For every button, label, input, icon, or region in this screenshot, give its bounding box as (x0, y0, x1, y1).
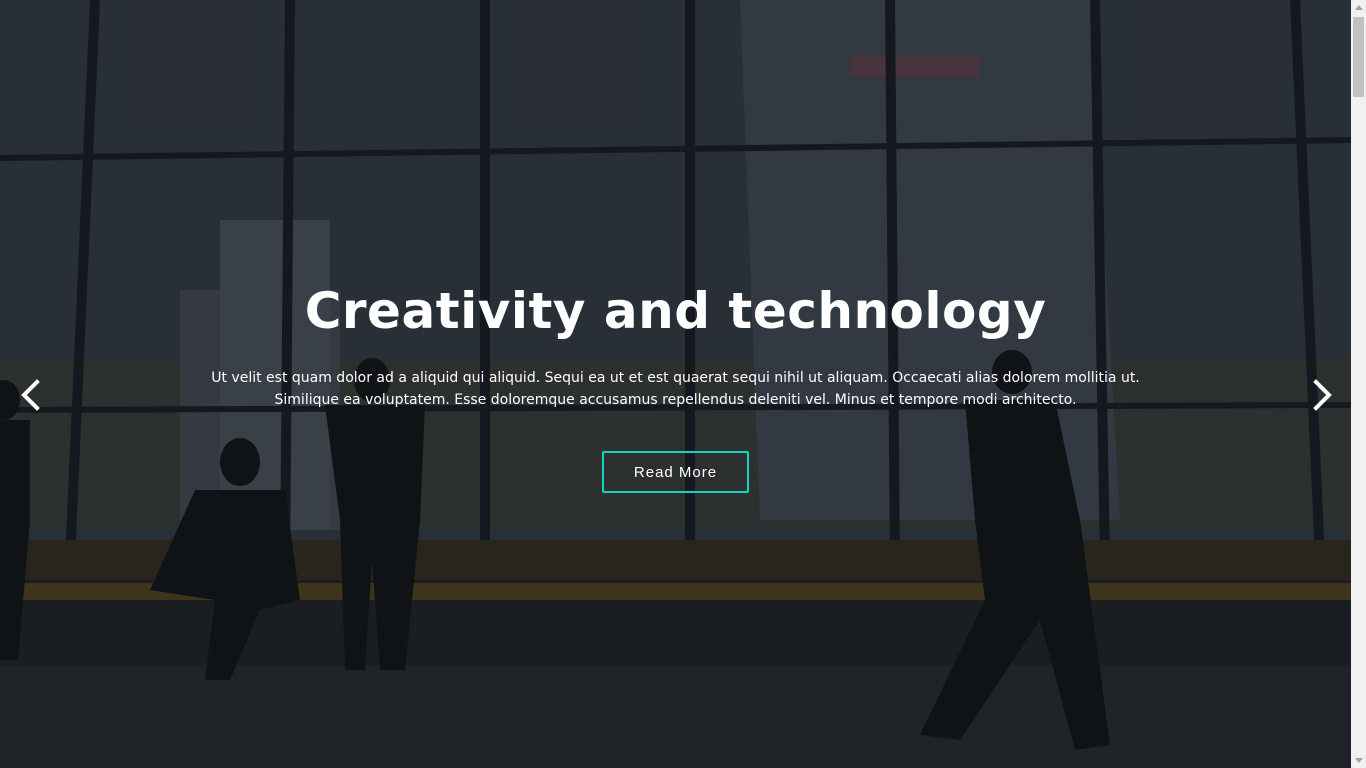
hero-title: Creativity and technology (304, 282, 1047, 340)
hero-description: Ut velit est quam dolor ad a aliquid qui… (211, 370, 1140, 408)
page-scrollbar[interactable] (1351, 0, 1366, 768)
scroll-down-arrow-icon[interactable] (1351, 753, 1366, 768)
carousel-prev-button[interactable] (6, 370, 56, 420)
hero-carousel: Creativity and technology Ut velit est q… (0, 0, 1351, 768)
scrollbar-thumb[interactable] (1353, 17, 1364, 97)
carousel-next-button[interactable] (1297, 370, 1347, 420)
read-more-button[interactable]: Read More (602, 451, 749, 493)
chevron-right-icon (1313, 379, 1332, 411)
scroll-up-arrow-icon[interactable] (1351, 0, 1366, 15)
chevron-left-icon (21, 379, 40, 411)
hero-content: Creativity and technology Ut velit est q… (0, 0, 1351, 768)
